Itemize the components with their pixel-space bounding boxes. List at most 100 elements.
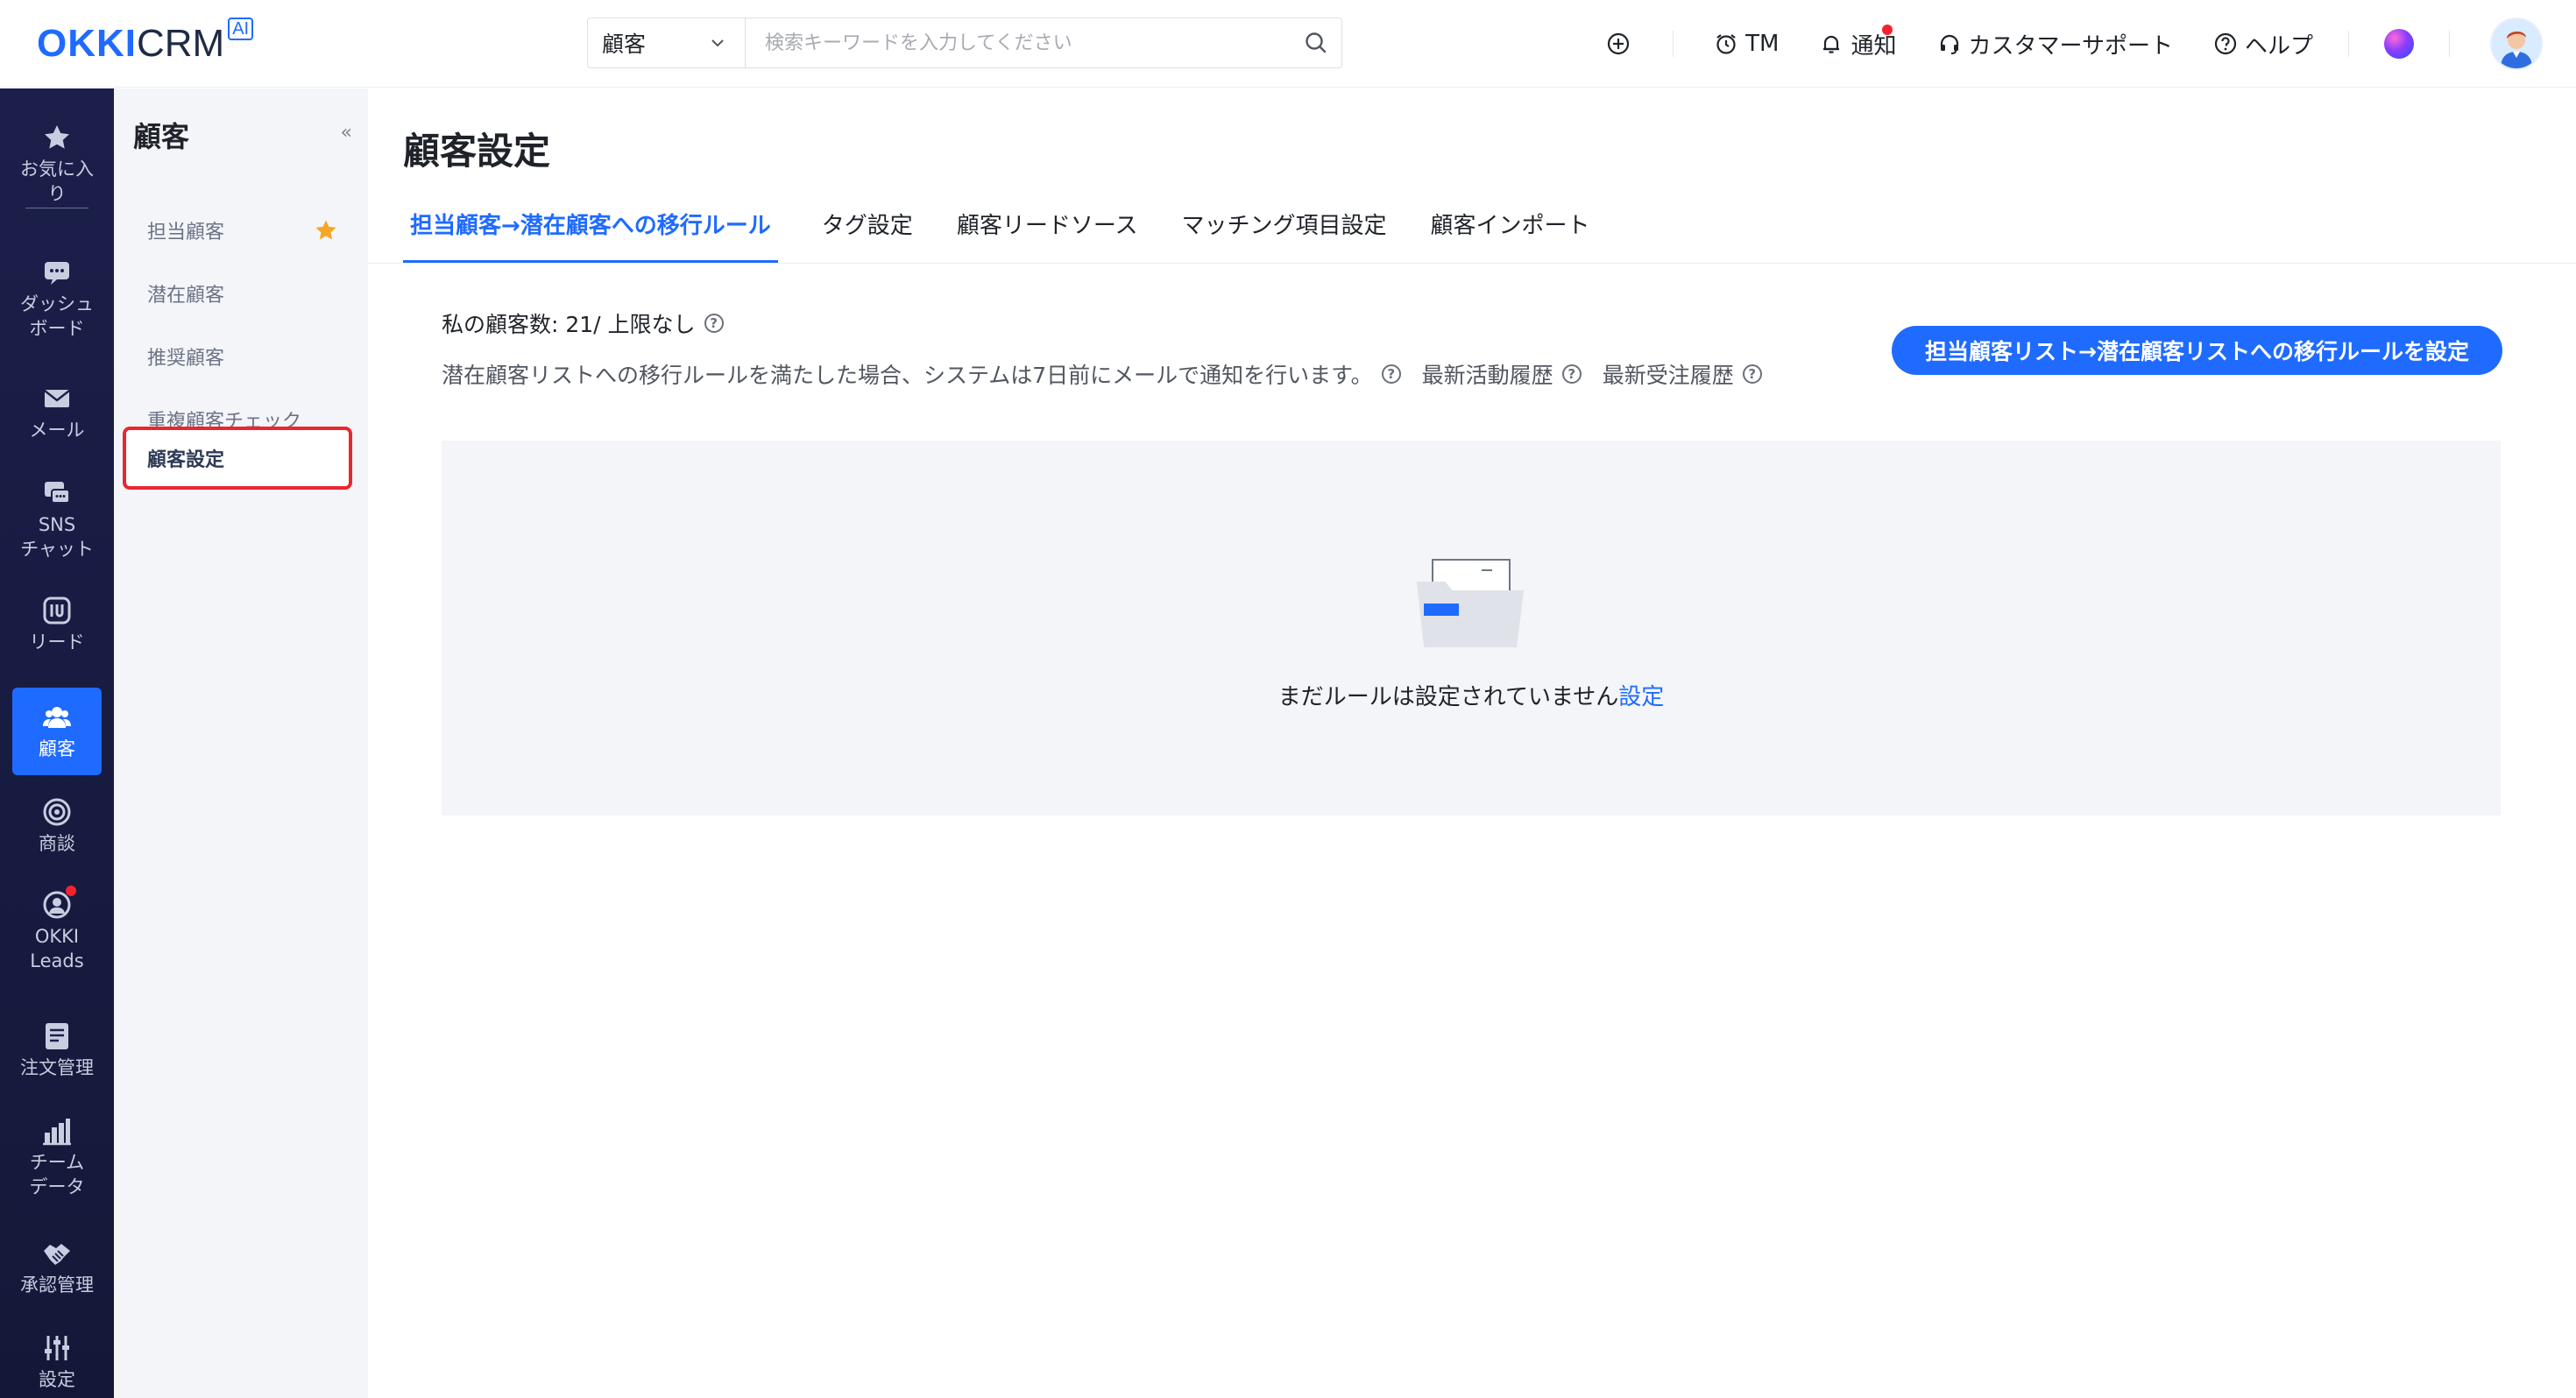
help-icon[interactable]: ? [1561,364,1582,384]
ai-assistant-icon[interactable] [2384,29,2414,59]
top-bar: OKKI CRM AI 顧客 TM 通知 カスタマーサポート [0,0,2576,88]
tm-button[interactable]: TM [1714,31,1779,57]
bell-icon [1823,35,1840,53]
sidebar-item-label: 潜在顧客 [147,285,225,307]
alarm-clock-icon [1716,34,1736,54]
mail-icon [41,383,73,414]
tab-tag-settings[interactable]: タグ設定 [822,183,913,264]
empty-state-message: まだルールは設定されていません設定 [442,679,2501,711]
okki-leads-alert-dot [66,886,76,896]
rail-label: 顧客 [39,738,75,759]
sidebar-item-label: 推奨顧客 [147,348,225,370]
rail-label: お気に入 [20,159,94,180]
sidebar-item-recommended-customers[interactable]: 推奨顧客 [123,330,352,383]
chevron-down-icon [711,39,724,47]
search-button[interactable] [1291,18,1341,67]
global-search: 顧客 [587,18,1342,68]
okki-crm-logo[interactable]: OKKI CRM AI [37,18,254,68]
order-icon [41,1020,73,1052]
rail-item-okki-leads[interactable]: OKKI Leads [12,886,102,973]
tabs-divider [368,263,2576,264]
customer-support-button[interactable]: カスタマーサポート [1937,28,2173,60]
sidebar-item-label: 担当顧客 [147,222,225,244]
rail-label: チーム [29,1152,85,1173]
rail-item-dashboard[interactable]: ダッシュ ボード [12,257,102,341]
tab-lead-source[interactable]: 顧客リードソース [957,183,1138,264]
rail-label: 注文管理 [20,1057,94,1078]
help-icon[interactable]: ? [1381,364,1401,384]
rail-label: データ [29,1176,85,1197]
rail-item-favorites[interactable]: お気に入 り [12,122,102,208]
rail-item-mail[interactable]: メール [12,383,102,442]
tab-matching-fields[interactable]: マッチング項目設定 [1182,183,1387,264]
main-nav-rail: お気に入 り ダッシュ ボード メール SNS チャット リード 顧客 商談 O… [0,88,114,1398]
rail-label: 設定 [39,1369,75,1390]
help-icon [2214,32,2237,55]
okki-leads-icon [41,886,76,921]
rail-label: 商談 [39,833,75,854]
rail-item-team-data[interactable]: チーム データ [12,1115,102,1199]
rail-label: り [47,183,67,204]
empty-folder-icon [1415,558,1527,658]
rule-note-row: 潜在顧客リストへの移行ルールを満たした場合、システムは7日前にメールで通知を行い… [442,358,1762,390]
settings-tabs: 担当顧客→潜在顧客への移行ルール タグ設定 顧客リードソース マッチング項目設定… [403,183,1634,264]
search-scope-value: 顧客 [602,32,647,57]
dashboard-icon [41,257,73,288]
help-icon[interactable]: ? [1742,364,1762,384]
logo-ai-badge: AI [228,18,254,40]
rail-item-customers[interactable]: 顧客 [12,688,102,775]
latest-activity-label: 最新活動履歴 [1421,363,1553,388]
customer-quota-row: 私の顧客数: 21/ 上限なし ? [442,307,724,339]
star-icon [41,122,73,153]
collapse-sidebar-icon[interactable]: « [341,122,352,144]
set-transfer-rule-button[interactable]: 担当顧客リスト→潜在顧客リストへの移行ルールを設定 [1892,326,2502,375]
rail-item-approval[interactable]: 承認管理 [12,1238,102,1297]
headset-icon [1940,34,1958,54]
sidebar-title: 顧客 [133,120,190,153]
help-button[interactable]: ヘルプ [2213,28,2313,60]
rail-item-sns-chat[interactable]: SNS チャット [12,477,102,561]
sidebar-item-label: 顧客設定 [147,449,225,471]
notification-dot [1882,24,1893,35]
nav-divider [1673,31,1674,57]
search-scope-select[interactable]: 顧客 [588,18,746,67]
avatar-person-icon [2492,19,2541,68]
rail-label: チャット [20,539,94,560]
plus-circle-icon [1608,32,1630,55]
tab-transfer-rules[interactable]: 担当顧客→潜在顧客への移行ルール [403,183,778,264]
customer-sidebar: 顧客 « 担当顧客 潜在顧客 推奨顧客 重複顧客チェック 顧客設定 [114,88,368,1398]
help-icon[interactable]: ? [704,314,724,333]
latest-order-label: 最新受注履歴 [1602,363,1734,388]
tm-label: TM [1745,31,1780,57]
sidebar-item-my-customers[interactable]: 担当顧客 [123,204,352,257]
rail-item-deals[interactable]: 商談 [12,796,102,856]
rail-item-orders[interactable]: 注文管理 [12,1020,102,1080]
leads-icon [41,595,73,626]
search-icon [1306,32,1327,53]
top-nav: TM 通知 カスタマーサポート ヘルプ [1566,0,2543,88]
rail-item-leads[interactable]: リード [12,595,102,654]
main-content: 顧客設定 担当顧客→潜在顧客への移行ルール タグ設定 顧客リードソース マッチン… [368,88,2576,1398]
help-label: ヘルプ [2244,32,2313,60]
empty-state-setup-link[interactable]: 設定 [1618,684,1664,710]
bar-chart-icon [41,1115,73,1147]
star-icon[interactable] [314,218,338,248]
logo-brand-bold: OKKI [37,22,137,65]
search-input[interactable] [746,18,1291,67]
page-title: 顧客設定 [403,130,551,173]
sidebar-item-potential-customers[interactable]: 潜在顧客 [123,267,352,320]
target-icon [41,796,73,828]
tab-customer-import[interactable]: 顧客インポート [1431,183,1590,264]
add-button[interactable] [1606,32,1638,56]
rule-note-text: 潜在顧客リストへの移行ルールを満たした場合、システムは7日前にメールで通知を行い… [442,363,1373,388]
rail-label: SNS [38,514,76,535]
rail-label: メール [29,420,85,441]
notification-button[interactable]: 通知 [1819,24,1897,60]
sidebar-item-customer-settings[interactable]: 顧客設定 [123,427,352,490]
rail-item-settings[interactable]: 設定 [12,1332,102,1392]
user-avatar[interactable] [2490,18,2543,70]
customer-quota-text: 私の顧客数: 21/ 上限なし [442,312,696,337]
nav-divider [2449,31,2450,57]
logo-brand-light: CRM [137,22,225,65]
rail-label: 承認管理 [20,1274,94,1296]
